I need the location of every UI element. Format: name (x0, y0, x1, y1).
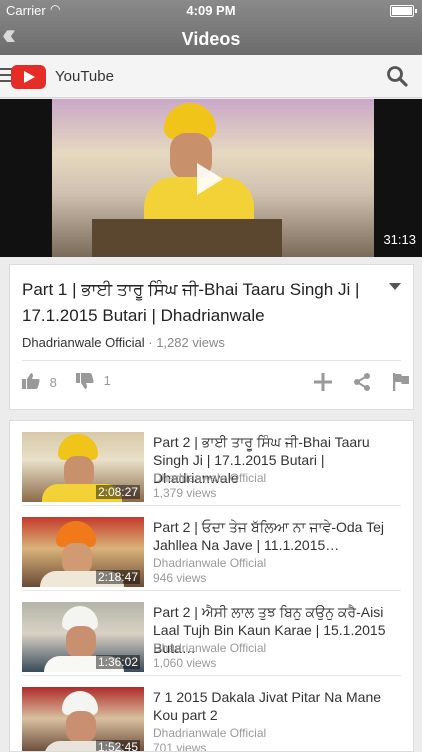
action-bar: 8 1 (22, 373, 409, 395)
flag-icon[interactable] (392, 373, 410, 391)
list-item[interactable]: 1:36:02 Part 2 | ਐਸੀ ਲਾਲ ਤੁਝ ਬਿਨੁ ਕਉਨੁ ਕ… (10, 591, 413, 676)
related-title: Part 2 | ਓਦਾ ਤੇਜ ਬੱਲਿਆ ਨਾ ਜਾਵੇ-Oda Tej J… (153, 519, 384, 553)
status-time: 4:09 PM (186, 3, 236, 18)
video-thumbnail[interactable]: 1:36:02 (22, 602, 144, 672)
youtube-logo-icon[interactable] (11, 65, 46, 89)
view-count: 1,282 views (156, 335, 225, 350)
related-videos-list: 2:08:27 Part 2 | ਭਾਈ ਤਾਰੂ ਸਿੰਘ ਜੀ-Bhai T… (9, 420, 414, 752)
like-count: 8 (49, 375, 57, 390)
related-channel: Dhadrianwale Official (153, 726, 267, 740)
related-views: 1,060 views (153, 656, 217, 670)
like-button[interactable]: 8 (22, 373, 57, 390)
channel-name[interactable]: Dhadrianwale Official (22, 335, 145, 350)
video-thumbnail[interactable]: 1:52:45 (22, 687, 144, 752)
video-thumbnail[interactable]: 2:08:27 (22, 432, 144, 502)
status-bar: Carrier ◠ 4:09 PM (0, 0, 422, 20)
thumbnail-duration: 1:36:02 (95, 655, 140, 669)
divider (22, 360, 401, 361)
related-channel: Dhadrianwale Official (153, 556, 267, 570)
related-title: 7 1 2015 Dakala Jivat Pitar Na Mane Kou … (153, 689, 382, 723)
youtube-header: YouTube (0, 55, 422, 98)
thumbnail-duration: 1:52:45 (95, 740, 140, 752)
video-title: Part 1 | ਭਾਈ ਤਾਰੂ ਸਿੰਘ ਜੀ-Bhai Taaru Sin… (22, 280, 360, 325)
dropdown-icon[interactable] (389, 283, 401, 290)
related-channel: Dhadrianwale Official (153, 641, 267, 655)
related-channel: Dhadrianwale Official (153, 471, 267, 485)
battery-icon (390, 5, 417, 17)
list-item[interactable]: 1:52:45 7 1 2015 Dakala Jivat Pitar Na M… (10, 676, 413, 752)
search-icon[interactable] (386, 65, 408, 87)
list-item[interactable]: 2:18:47 Part 2 | ਓਦਾ ਤੇਜ ਬੱਲਿਆ ਨਾ ਜਾਵੇ-O… (10, 506, 413, 591)
thumb-down-icon (76, 373, 94, 389)
navigation-bar: Carrier ◠ 4:09 PM ‹‹‹ Videos (0, 0, 422, 55)
play-icon[interactable] (197, 163, 223, 195)
related-views: 1,379 views (153, 486, 217, 500)
channel-row: Dhadrianwale Official · 1,282 views (22, 335, 225, 350)
share-icon[interactable] (353, 373, 371, 391)
page-title: Videos (181, 29, 241, 49)
separator-dot: · (148, 335, 153, 350)
thumbnail-duration: 2:18:47 (95, 570, 140, 584)
thumb-up-icon (22, 373, 40, 389)
dislike-count: 1 (103, 373, 111, 388)
video-thumbnail[interactable]: 2:18:47 (22, 517, 144, 587)
add-icon[interactable] (314, 373, 332, 391)
related-views: 701 views (153, 741, 207, 752)
video-info-card: Part 1 | ਭਾਈ ਤਾਰੂ ਸਿੰਘ ਜੀ-Bhai Taaru Sin… (9, 264, 414, 410)
video-duration: 31:13 (383, 232, 416, 247)
youtube-brand-label: YouTube (55, 68, 114, 85)
dislike-button[interactable]: 1 (76, 373, 111, 389)
list-item[interactable]: 2:08:27 Part 2 | ਭਾਈ ਤਾਰੂ ਸਿੰਘ ਜੀ-Bhai T… (10, 421, 413, 506)
related-views: 946 views (153, 571, 207, 585)
thumbnail-duration: 2:08:27 (95, 485, 140, 499)
